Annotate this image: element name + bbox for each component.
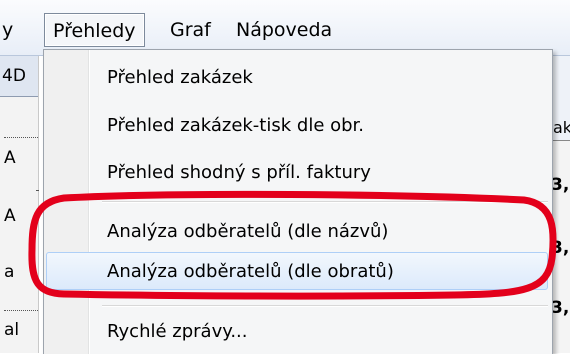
row-divider (36, 190, 38, 191)
background-cell: al (4, 320, 20, 340)
background-column-header: ak (552, 56, 570, 141)
background-cell: A (4, 206, 16, 226)
menu-item-prehled-shodny[interactable]: Přehled shodný s příl. faktury (46, 154, 548, 192)
menu-item-label: Přehled zakázek-tisk dle obr. (107, 115, 365, 136)
row-divider (4, 310, 38, 311)
background-header-label: ak (553, 118, 570, 137)
prehledy-dropdown: Přehled zakázek Přehled zakázek-tisk dle… (43, 49, 553, 354)
background-column-header: 4D (0, 56, 38, 97)
menu-previous-item[interactable]: y (0, 13, 21, 47)
menu-separator (102, 305, 548, 306)
menu-separator (102, 201, 548, 202)
background-value: 3,5 (551, 298, 570, 318)
menu-bar: y Přehledy Graf Nápoveda (0, 0, 570, 56)
row-divider (4, 137, 38, 138)
menu-item-prehled-zakazek-tisk[interactable]: Přehled zakázek-tisk dle obr. (46, 107, 548, 145)
menu-prehledy[interactable]: Přehledy (44, 13, 145, 47)
background-header-label: 4D (2, 66, 26, 86)
background-cell: a (4, 262, 15, 282)
menu-napoveda[interactable]: Nápoveda (228, 13, 340, 47)
menu-item-label: Přehled shodný s příl. faktury (107, 162, 371, 183)
menu-item-label: Analýza odběratelů (dle obratů) (107, 261, 394, 282)
menu-item-analyza-dle-nazvu[interactable]: Analýza odběratelů (dle názvů) (46, 213, 548, 251)
menu-item-prehled-zakazek[interactable]: Přehled zakázek (46, 59, 548, 97)
background-value: 3,0 (551, 238, 570, 258)
menu-item-label: Analýza odběratelů (dle názvů) (107, 221, 389, 242)
menu-graf[interactable]: Graf (162, 13, 219, 47)
background-value: 3,0 (551, 175, 570, 195)
background-table-left (0, 56, 39, 353)
menu-item-label: Rychlé zprávy... (107, 321, 248, 342)
menu-item-label: Přehled zakázek (107, 67, 253, 88)
menu-item-analyza-dle-obratu[interactable]: Analýza odběratelů (dle obratů) (46, 252, 548, 290)
menu-item-rychle-zpravy[interactable]: Rychlé zprávy... (46, 313, 548, 351)
background-cell: A (4, 148, 16, 168)
